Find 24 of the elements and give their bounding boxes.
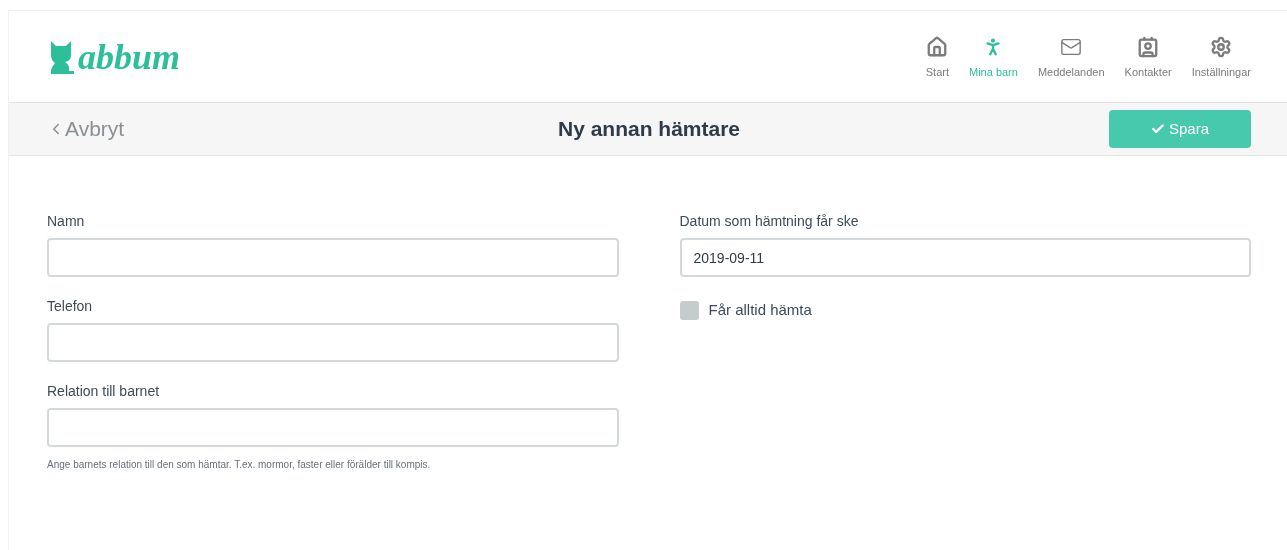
hint-text: Ange barnets relation till den som hämtar. T.ex. mormor, faster eller förälder till kompis.: [47, 458, 432, 472]
contact-book-icon: [1137, 36, 1160, 59]
check-icon: [1151, 122, 1165, 136]
nav-item[interactable]: Meddelanden: [1037, 36, 1105, 81]
field-label: Namn: [47, 212, 86, 230]
input-field[interactable]: [47, 408, 619, 447]
settings-icon: [1210, 36, 1233, 59]
nav-item[interactable]: Mina barn: [969, 36, 1018, 81]
page-title: Ny annan hämtare: [557, 116, 741, 143]
field-label: Telefon: [47, 297, 94, 315]
cancel-link[interactable]: Avbryt: [47, 113, 125, 145]
input-field[interactable]: [47, 323, 619, 362]
nav-item[interactable]: Inställningar: [1191, 36, 1251, 81]
input-field[interactable]: [47, 238, 619, 277]
cat-logo-icon: [48, 38, 74, 75]
input-field[interactable]: 2019-09-11: [679, 238, 1251, 277]
nav-item[interactable]: Kontakter: [1124, 36, 1172, 81]
field-label: Relation till barnet: [47, 382, 161, 400]
field-label: Datum som hämtning får ske: [679, 212, 860, 230]
checkbox-label: Får alltid hämta: [708, 300, 812, 320]
logo-text: abbum: [78, 38, 181, 75]
nav-item[interactable]: Start: [925, 36, 949, 81]
home-icon: [926, 36, 949, 59]
checkbox[interactable]: [679, 300, 699, 320]
